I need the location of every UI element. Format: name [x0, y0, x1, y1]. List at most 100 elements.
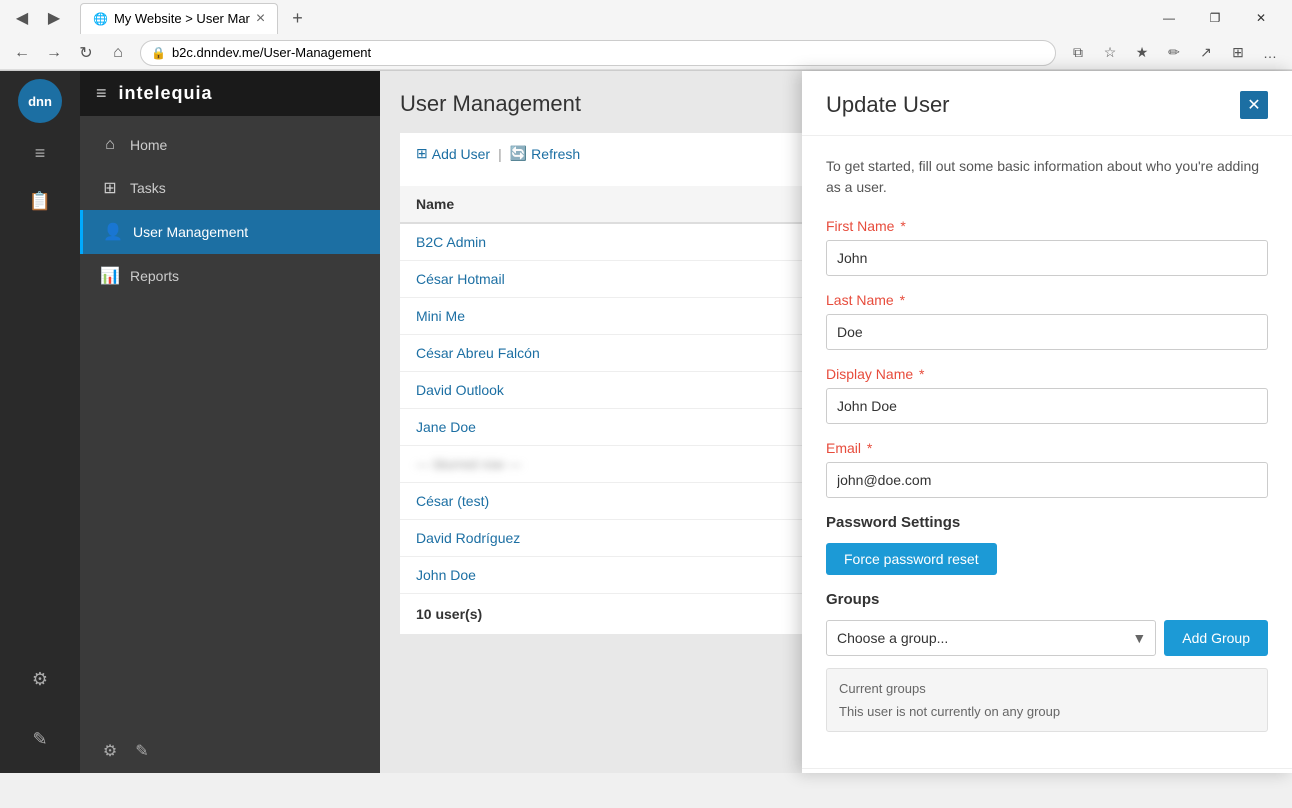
reports-icon: 📊: [100, 266, 120, 286]
user-management-icon: 👤: [103, 222, 123, 242]
more-icon[interactable]: …: [1256, 39, 1284, 67]
dnn-logo: dnn: [18, 79, 62, 123]
nav-logo: intelequia: [119, 83, 213, 104]
first-name-group: First Name *: [826, 218, 1268, 276]
display-name-label: Display Name *: [826, 366, 1268, 382]
close-icon: ✕: [1247, 95, 1260, 115]
panel-body: To get started, fill out some basic info…: [802, 136, 1292, 768]
separator: |: [498, 146, 502, 162]
display-name-required: *: [919, 366, 924, 382]
sidebar-label-home: Home: [130, 137, 167, 153]
sidebar-item-reports[interactable]: 📊 Reports: [80, 254, 380, 298]
refresh-icon: 🔄: [510, 145, 527, 162]
split-view-icon[interactable]: ⧉: [1064, 39, 1092, 67]
tab-title: My Website > User Mar: [114, 11, 250, 26]
group-select-wrapper: Choose a group... Administrators Registe…: [826, 620, 1156, 656]
group-select[interactable]: Choose a group... Administrators Registe…: [826, 620, 1156, 656]
new-tab-button[interactable]: +: [282, 2, 313, 35]
refresh-button[interactable]: 🔄 Refresh: [510, 145, 580, 162]
address-bar-icons: ⧉ ☆ ★ ✏ ↗ ⊞ …: [1064, 39, 1284, 67]
nav-footer: ⚙ ✎: [80, 729, 380, 773]
sidebar-label-user-management: User Management: [133, 224, 248, 240]
nav-items: ⌂ Home ⊞ Tasks 👤 User Management 📊 Repor…: [80, 116, 380, 306]
last-name-label: Last Name *: [826, 292, 1268, 308]
groups-section: Groups Choose a group... Administrators …: [826, 591, 1268, 732]
collections-icon[interactable]: ⊞: [1224, 39, 1252, 67]
sidebar-item-tasks[interactable]: ⊞ Tasks: [80, 166, 380, 210]
current-groups-empty: This user is not currently on any group: [839, 704, 1255, 719]
current-groups-title: Current groups: [839, 681, 1255, 696]
nav-header: ≡ intelequia: [80, 71, 380, 116]
nav-buttons: ← → ↻ ⌂: [8, 39, 132, 67]
force-password-reset-button[interactable]: Force password reset: [826, 543, 997, 575]
home-nav-button[interactable]: ⌂: [104, 39, 132, 67]
annotate-icon[interactable]: ✏: [1160, 39, 1188, 67]
refresh-label: Refresh: [531, 146, 580, 162]
add-icon: ⊞: [416, 145, 428, 162]
nav-sidebar: ≡ intelequia ⌂ Home ⊞ Tasks 👤 User Manag…: [80, 71, 380, 773]
last-name-input[interactable]: [826, 314, 1268, 350]
bookmark-icon[interactable]: ☆: [1096, 39, 1124, 67]
nav-settings-icon[interactable]: ⚙: [100, 741, 120, 761]
add-user-label: Add User: [432, 146, 490, 162]
password-section-title: Password Settings: [826, 514, 1268, 531]
sidebar-icon-settings[interactable]: ⚙: [18, 657, 62, 701]
back-nav-button[interactable]: ←: [8, 39, 36, 67]
tab-close-button[interactable]: ×: [256, 10, 265, 28]
first-name-label: First Name *: [826, 218, 1268, 234]
sidebar-icon-menu[interactable]: ≡: [18, 131, 62, 175]
email-input[interactable]: [826, 462, 1268, 498]
tab-favicon: 🌐: [93, 12, 108, 26]
close-button[interactable]: ✕: [1238, 0, 1284, 36]
forward-nav-button[interactable]: →: [40, 39, 68, 67]
update-user-panel: Update User ✕ To get started, fill out s…: [802, 71, 1292, 773]
maximize-button[interactable]: ❐: [1192, 0, 1238, 36]
groups-row: Choose a group... Administrators Registe…: [826, 620, 1268, 656]
browser-controls: ◀ ▶: [8, 4, 68, 32]
minimize-button[interactable]: —: [1146, 0, 1192, 36]
reload-button[interactable]: ↻: [72, 39, 100, 67]
url-text: b2c.dnndev.me/User-Management: [172, 45, 371, 60]
sidebar-icon-notes[interactable]: 📋: [18, 179, 62, 223]
email-group: Email *: [826, 440, 1268, 498]
favorites-icon[interactable]: ★: [1128, 39, 1156, 67]
sidebar-label-tasks: Tasks: [130, 180, 166, 196]
panel-intro: To get started, fill out some basic info…: [826, 156, 1268, 198]
sidebar-label-reports: Reports: [130, 268, 179, 284]
panel-close-button[interactable]: ✕: [1240, 91, 1268, 119]
email-required: *: [867, 440, 872, 456]
url-bar[interactable]: 🔒 b2c.dnndev.me/User-Management: [140, 40, 1056, 66]
last-name-required: *: [900, 292, 905, 308]
nav-edit-icon[interactable]: ✎: [132, 741, 152, 761]
display-name-input[interactable]: [826, 388, 1268, 424]
home-icon: ⌂: [100, 136, 120, 154]
back-button[interactable]: ◀: [8, 4, 36, 32]
display-name-group: Display Name *: [826, 366, 1268, 424]
hamburger-icon[interactable]: ≡: [96, 83, 107, 104]
logo-text: dnn: [28, 94, 52, 109]
first-name-required: *: [900, 218, 905, 234]
forward-button[interactable]: ▶: [40, 4, 68, 32]
panel-header: Update User ✕: [802, 71, 1292, 136]
current-groups-box: Current groups This user is not currentl…: [826, 668, 1268, 732]
panel-title: Update User: [826, 92, 950, 118]
browser-tab[interactable]: 🌐 My Website > User Mar ×: [80, 3, 278, 34]
window-controls: — ❐ ✕: [1146, 0, 1284, 36]
sidebar-item-user-management[interactable]: 👤 User Management: [80, 210, 380, 254]
address-bar: ← → ↻ ⌂ 🔒 b2c.dnndev.me/User-Management …: [0, 36, 1292, 70]
sidebar-icon-edit[interactable]: ✎: [18, 717, 62, 761]
first-name-input[interactable]: [826, 240, 1268, 276]
nav-spacer: [80, 306, 380, 729]
sidebar-item-home[interactable]: ⌂ Home: [80, 124, 380, 166]
groups-section-title: Groups: [826, 591, 1268, 608]
password-section: Password Settings Force password reset: [826, 514, 1268, 575]
icon-sidebar: dnn ≡ 📋 ⚙ ✎: [0, 71, 80, 773]
add-user-button[interactable]: ⊞ Add User: [416, 145, 490, 162]
panel-footer: Update User Cancel: [802, 768, 1292, 773]
share-icon[interactable]: ↗: [1192, 39, 1220, 67]
email-label: Email *: [826, 440, 1268, 456]
add-group-button[interactable]: Add Group: [1164, 620, 1268, 656]
last-name-group: Last Name *: [826, 292, 1268, 350]
tasks-icon: ⊞: [100, 178, 120, 198]
app-container: dnn ≡ 📋 ⚙ ✎ ≡ intelequia ⌂ Home ⊞ Tasks …: [0, 71, 1292, 773]
